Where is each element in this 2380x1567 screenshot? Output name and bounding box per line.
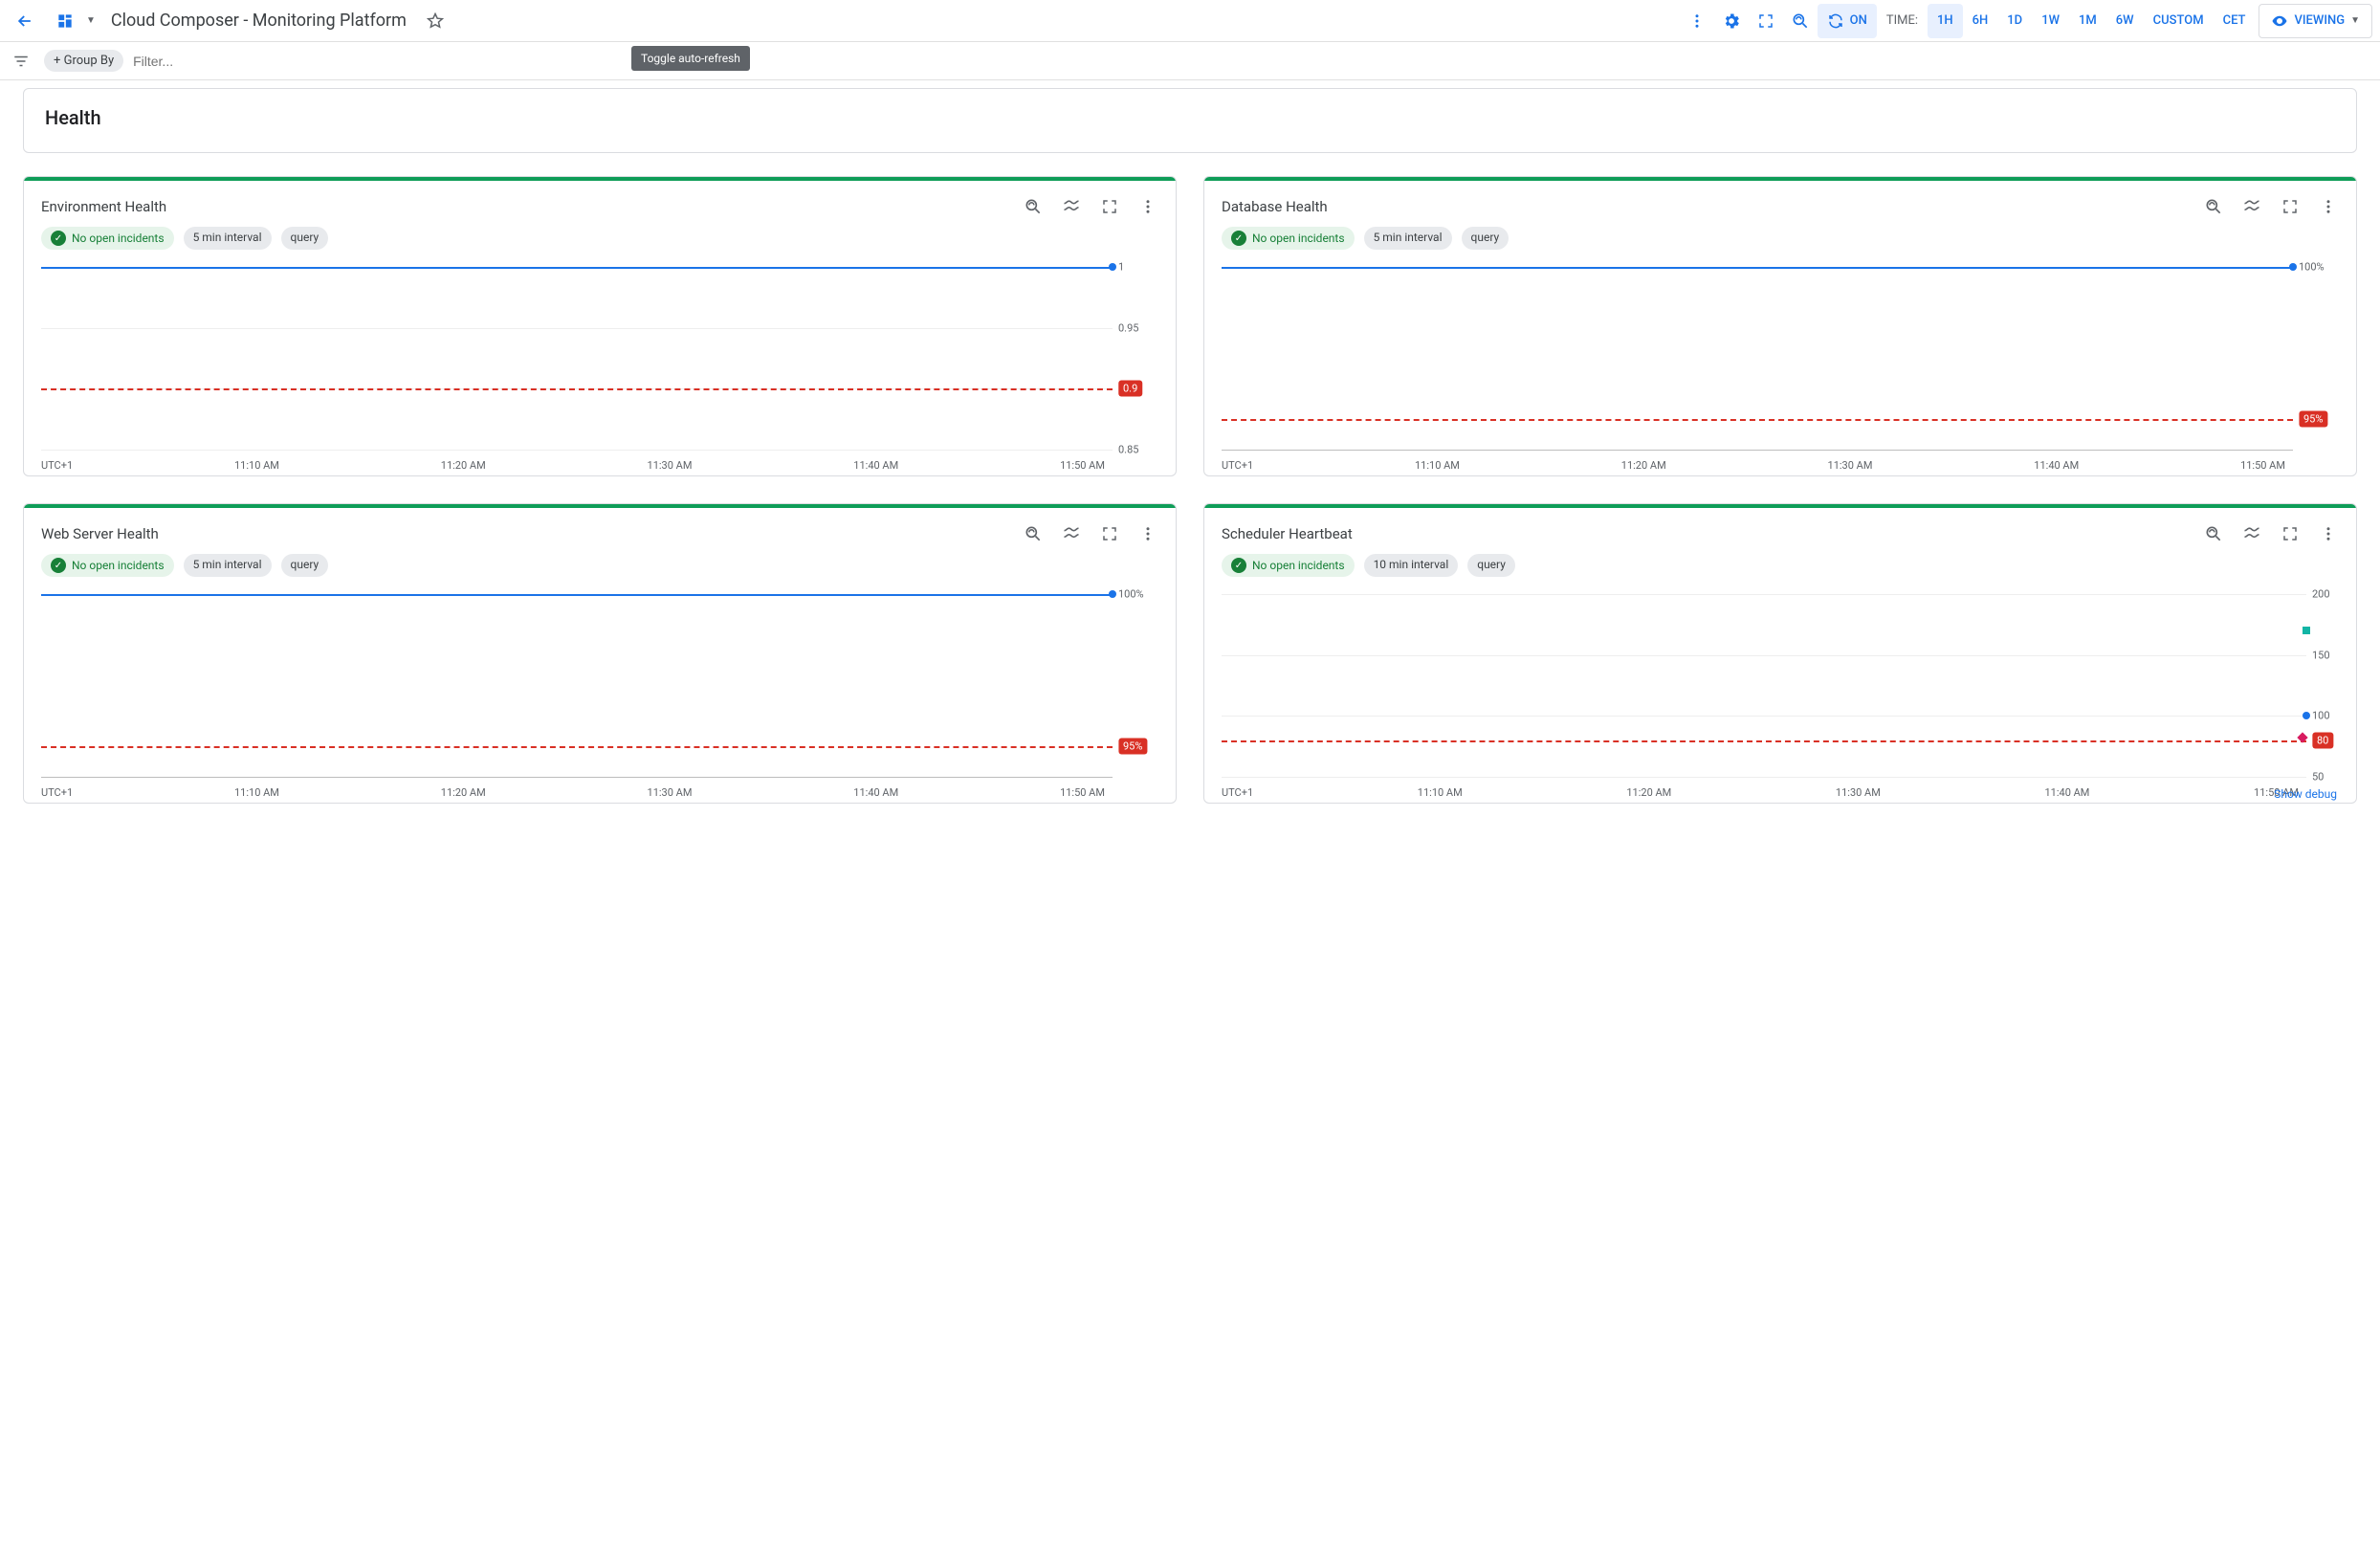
panel-more-icon[interactable] (1137, 523, 1158, 544)
panel-title: Scheduler Heartbeat (1222, 525, 1353, 542)
panel-title: Database Health (1222, 198, 1328, 215)
panel-web: Web Server Health ✓No open incidents 5 m… (23, 503, 1177, 804)
on-label: ON (1850, 13, 1867, 28)
panel-fullscreen-icon[interactable] (1099, 523, 1120, 544)
time-range-custom[interactable]: CUSTOM (2144, 4, 2214, 38)
legend-icon[interactable] (2241, 523, 2262, 544)
section-title: Health (45, 106, 2335, 129)
time-label: TIME: (1877, 4, 1928, 38)
filter-icon[interactable] (8, 48, 34, 75)
panel-more-icon[interactable] (1137, 196, 1158, 217)
star-icon[interactable] (418, 4, 452, 38)
zoom-icon[interactable] (1023, 196, 1044, 217)
header-bar: ▼ Cloud Composer - Monitoring Platform O… (0, 0, 2380, 42)
chart[interactable]: 100%95%UTC+111:10 AM11:20 AM11:30 AM11:4… (41, 588, 1164, 799)
interval-chip[interactable]: 10 min interval (1364, 554, 1459, 577)
interval-chip[interactable]: 5 min interval (184, 227, 272, 250)
panel-fullscreen-icon[interactable] (2280, 523, 2301, 544)
group-by-button[interactable]: + Group By (44, 50, 123, 72)
incidents-chip[interactable]: ✓No open incidents (1222, 554, 1355, 577)
incidents-chip[interactable]: ✓No open incidents (1222, 227, 1355, 250)
check-icon: ✓ (1231, 558, 1246, 573)
filter-bar: + Group By (0, 42, 2380, 80)
query-chip[interactable]: query (281, 227, 329, 250)
legend-icon[interactable] (1061, 523, 1082, 544)
query-chip[interactable]: query (1462, 227, 1510, 250)
viewing-label: VIEWING (2294, 13, 2345, 28)
zoom-icon[interactable] (2203, 196, 2224, 217)
zoom-icon[interactable] (1023, 523, 1044, 544)
check-icon: ✓ (1231, 231, 1246, 246)
time-range-1m[interactable]: 1M (2069, 4, 2106, 38)
filter-input[interactable] (133, 54, 324, 69)
time-range-1d[interactable]: 1D (1997, 4, 2032, 38)
section-health: Health (23, 88, 2357, 153)
incidents-chip[interactable]: ✓No open incidents (41, 554, 174, 577)
check-icon: ✓ (51, 558, 66, 573)
chart[interactable]: 100%95%UTC+111:10 AM11:20 AM11:30 AM11:4… (1222, 261, 2345, 472)
viewing-button[interactable]: VIEWING ▼ (2259, 4, 2372, 38)
panel-title: Environment Health (41, 198, 166, 215)
time-range-6w[interactable]: 6W (2106, 4, 2144, 38)
chart[interactable]: 10.950.90.850.9UTC+111:10 AM11:20 AM11:3… (41, 261, 1164, 472)
panel-fullscreen-icon[interactable] (2280, 196, 2301, 217)
check-icon: ✓ (51, 231, 66, 246)
panel-sched: Scheduler Heartbeat ✓No open incidents 1… (1203, 503, 2357, 804)
reset-zoom-icon[interactable] (1783, 4, 1818, 38)
legend-icon[interactable] (2241, 196, 2262, 217)
fullscreen-icon[interactable] (1749, 4, 1783, 38)
back-button[interactable] (8, 4, 42, 38)
dashboard-icon[interactable] (48, 4, 82, 38)
auto-refresh-toggle[interactable]: ON (1818, 4, 1877, 38)
time-range-1h[interactable]: 1H (1928, 4, 1963, 38)
interval-chip[interactable]: 5 min interval (1364, 227, 1452, 250)
panel-title: Web Server Health (41, 525, 159, 542)
query-chip[interactable]: query (281, 554, 329, 577)
time-range-1w[interactable]: 1W (2032, 4, 2069, 38)
show-debug-link[interactable]: Show debug (2274, 787, 2337, 801)
page-title: Cloud Composer - Monitoring Platform (105, 11, 412, 31)
panel-more-icon[interactable] (2318, 196, 2339, 217)
gear-icon[interactable] (1714, 4, 1749, 38)
panel-more-icon[interactable] (2318, 523, 2339, 544)
incidents-chip[interactable]: ✓No open incidents (41, 227, 174, 250)
time-range-6h[interactable]: 6H (1963, 4, 1998, 38)
legend-icon[interactable] (1061, 196, 1082, 217)
zoom-icon[interactable] (2203, 523, 2224, 544)
interval-chip[interactable]: 5 min interval (184, 554, 272, 577)
auto-refresh-tooltip: Toggle auto-refresh (631, 46, 750, 71)
panel-env: Environment Health ✓No open incidents 5 … (23, 176, 1177, 476)
panel-db: Database Health ✓No open incidents 5 min… (1203, 176, 2357, 476)
dashboard-menu-caret[interactable]: ▼ (82, 11, 99, 30)
more-vert-icon[interactable] (1680, 4, 1714, 38)
query-chip[interactable]: query (1467, 554, 1515, 577)
time-range-cet[interactable]: CET (2214, 4, 2256, 38)
chart[interactable]: 2001501005080UTC+111:10 AM11:20 AM11:30 … (1222, 588, 2345, 799)
panel-fullscreen-icon[interactable] (1099, 196, 1120, 217)
